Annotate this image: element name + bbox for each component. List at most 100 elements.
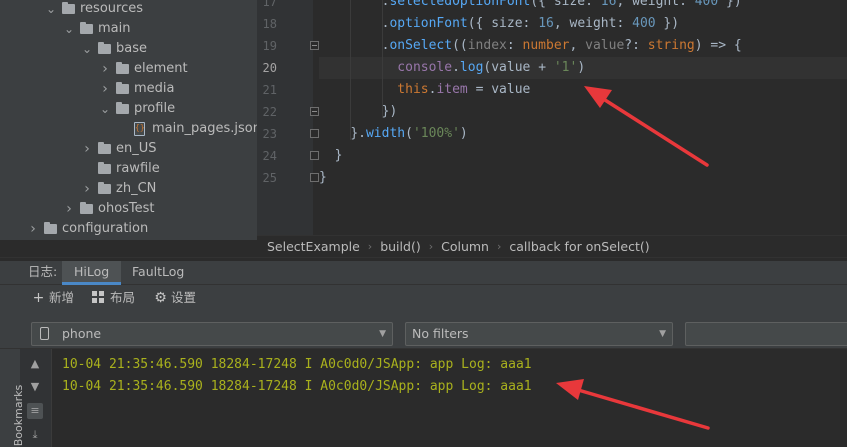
tree-item-main-pages-json[interactable]: main_pages.json bbox=[0, 119, 257, 139]
code-token: onSelect bbox=[389, 38, 453, 53]
code-line[interactable]: } bbox=[335, 145, 343, 167]
tree-item-ohostest[interactable]: › ohosTest bbox=[0, 199, 257, 219]
log-filter-row: phone ▼ No filters ▼ bbox=[0, 318, 847, 348]
code-line[interactable]: }) bbox=[382, 101, 398, 123]
line-number: 21 bbox=[262, 83, 277, 97]
line-number: 25 bbox=[262, 171, 277, 185]
tree-item-element[interactable]: › element bbox=[0, 59, 257, 79]
line-number: 22 bbox=[262, 105, 277, 119]
soft-wrap-icon[interactable]: ≡ bbox=[27, 403, 43, 419]
tree-item-label: media bbox=[134, 81, 175, 96]
chevron-right-icon[interactable]: › bbox=[81, 179, 93, 199]
tree-item-label: main_pages.json bbox=[152, 121, 257, 136]
code-token: (value + bbox=[483, 60, 554, 75]
tree-item-en-us[interactable]: › en_US bbox=[0, 139, 257, 159]
layout-button[interactable]: 布局 bbox=[92, 286, 135, 310]
chevron-right-icon: › bbox=[496, 240, 502, 253]
chevron-right-icon[interactable]: › bbox=[99, 79, 111, 99]
folder-icon bbox=[98, 182, 111, 194]
tree-item-profile[interactable]: ⌄ profile bbox=[0, 99, 257, 119]
log-tabs-bar: 日志: HiLog FaultLog bbox=[0, 261, 847, 285]
scroll-to-end-icon[interactable]: ⤓ bbox=[27, 427, 43, 443]
chevron-right-icon[interactable]: › bbox=[27, 219, 39, 239]
breadcrumb-item[interactable]: SelectExample bbox=[267, 239, 360, 254]
device-select[interactable]: phone ▼ bbox=[31, 322, 393, 346]
line-number: 19 bbox=[262, 39, 277, 53]
add-button[interactable]: + 新增 bbox=[31, 286, 74, 310]
code-token: width bbox=[365, 126, 406, 141]
log-side-toolbar: Bookmarks ▲ ▼ ≡ ⤓ bbox=[0, 349, 52, 447]
breadcrumb: SelectExample › build() › Column › callback fo… bbox=[257, 235, 847, 257]
chevron-right-icon[interactable]: › bbox=[81, 139, 93, 159]
tree-item-configuration[interactable]: › configuration bbox=[0, 219, 257, 239]
chevron-right-icon: › bbox=[428, 240, 434, 253]
code-token: . bbox=[452, 60, 460, 75]
code-token: index bbox=[467, 38, 507, 53]
code-line[interactable]: .onSelect((index: number, value?: string… bbox=[382, 35, 742, 57]
breadcrumb-item[interactable]: Column bbox=[441, 239, 489, 254]
filter-select-value: No filters bbox=[412, 326, 469, 341]
code-token: }) bbox=[381, 104, 398, 119]
code-token: ({ size: bbox=[530, 0, 601, 9]
folder-icon bbox=[98, 42, 111, 54]
filter-select[interactable]: No filters ▼ bbox=[405, 322, 673, 346]
chevron-down-icon[interactable]: ⌄ bbox=[63, 19, 75, 39]
breadcrumb-item[interactable]: build() bbox=[380, 239, 421, 254]
device-select-value: phone bbox=[62, 326, 102, 341]
tab-faultlog[interactable]: FaultLog bbox=[120, 261, 196, 285]
folder-icon bbox=[80, 22, 93, 34]
chevron-right-icon[interactable]: › bbox=[99, 59, 111, 79]
tree-item-resources[interactable]: ⌄ resources bbox=[0, 0, 257, 19]
tree-item-label: main bbox=[98, 21, 131, 36]
code-token: string bbox=[647, 38, 695, 53]
code-line[interactable]: .selectedOptionFont({ size: 16, weight: … bbox=[382, 0, 742, 13]
tree-item-label: rawfile bbox=[116, 161, 160, 176]
log-output[interactable]: Bookmarks ▲ ▼ ≡ ⤓ 10-04 21:35:46.590 182… bbox=[0, 348, 847, 447]
fold-marker-icon[interactable] bbox=[310, 151, 319, 160]
tree-item-zh-cn[interactable]: › zh_CN bbox=[0, 179, 257, 199]
phone-icon bbox=[40, 327, 49, 340]
tab-hilog[interactable]: HiLog bbox=[62, 261, 122, 285]
fold-marker-icon[interactable] bbox=[310, 173, 319, 182]
code-token: = value bbox=[467, 82, 531, 97]
code-line[interactable]: this.item = value bbox=[397, 79, 530, 101]
tree-item-rawfile[interactable]: rawfile bbox=[0, 159, 257, 179]
tree-item-main[interactable]: ⌄ main bbox=[0, 19, 257, 39]
tree-item-base[interactable]: ⌄ base bbox=[0, 39, 257, 59]
fold-marker-icon[interactable] bbox=[310, 107, 319, 116]
chevron-down-icon: ▼ bbox=[659, 329, 666, 339]
line-number: 17 bbox=[262, 0, 277, 9]
code-editor[interactable]: 17 18 19 20 21 22 23 24 25 .selectedOptionFont({… bbox=[257, 0, 847, 235]
line-number: 23 bbox=[262, 127, 277, 141]
code-line[interactable]: }.width('100%') bbox=[350, 123, 467, 145]
chevron-right-icon[interactable]: › bbox=[63, 199, 75, 219]
fold-marker-icon[interactable] bbox=[310, 41, 319, 50]
scroll-up-icon[interactable]: ▲ bbox=[27, 356, 43, 372]
folder-icon bbox=[62, 2, 75, 14]
code-token: ) bbox=[459, 126, 468, 141]
chevron-right-icon: › bbox=[367, 240, 373, 253]
code-line[interactable]: .optionFont({ size: 16, weight: 400 }) bbox=[382, 13, 679, 35]
settings-button[interactable]: ⚙ 设置 bbox=[153, 286, 196, 310]
code-token: } bbox=[334, 148, 343, 163]
code-token: }) bbox=[655, 16, 680, 31]
code-token: console bbox=[397, 60, 453, 75]
chevron-down-icon[interactable]: ⌄ bbox=[45, 0, 57, 19]
folder-icon bbox=[80, 202, 93, 214]
log-panel: 日志: HiLog FaultLog + 新增 布局 ⚙ 设置 phone ▼ No… bbox=[0, 261, 847, 447]
bookmarks-strip[interactable]: Bookmarks bbox=[0, 349, 25, 447]
scroll-down-icon[interactable]: ▼ bbox=[27, 379, 43, 395]
tree-item-media[interactable]: › media bbox=[0, 79, 257, 99]
log-search-input[interactable] bbox=[685, 322, 847, 346]
fold-marker-icon[interactable] bbox=[310, 129, 319, 138]
tree-item-label: en_US bbox=[116, 141, 157, 156]
breadcrumb-item[interactable]: callback for onSelect() bbox=[509, 239, 649, 254]
code-line[interactable]: } bbox=[319, 167, 327, 189]
layout-button-label: 布局 bbox=[110, 290, 136, 305]
chevron-down-icon[interactable]: ⌄ bbox=[81, 39, 93, 59]
plus-icon: + bbox=[32, 290, 45, 306]
code-line[interactable]: console.log(value + '1') bbox=[397, 57, 585, 79]
folder-icon bbox=[116, 82, 129, 94]
chevron-down-icon[interactable]: ⌄ bbox=[99, 99, 111, 119]
line-number: 20 bbox=[262, 61, 277, 75]
